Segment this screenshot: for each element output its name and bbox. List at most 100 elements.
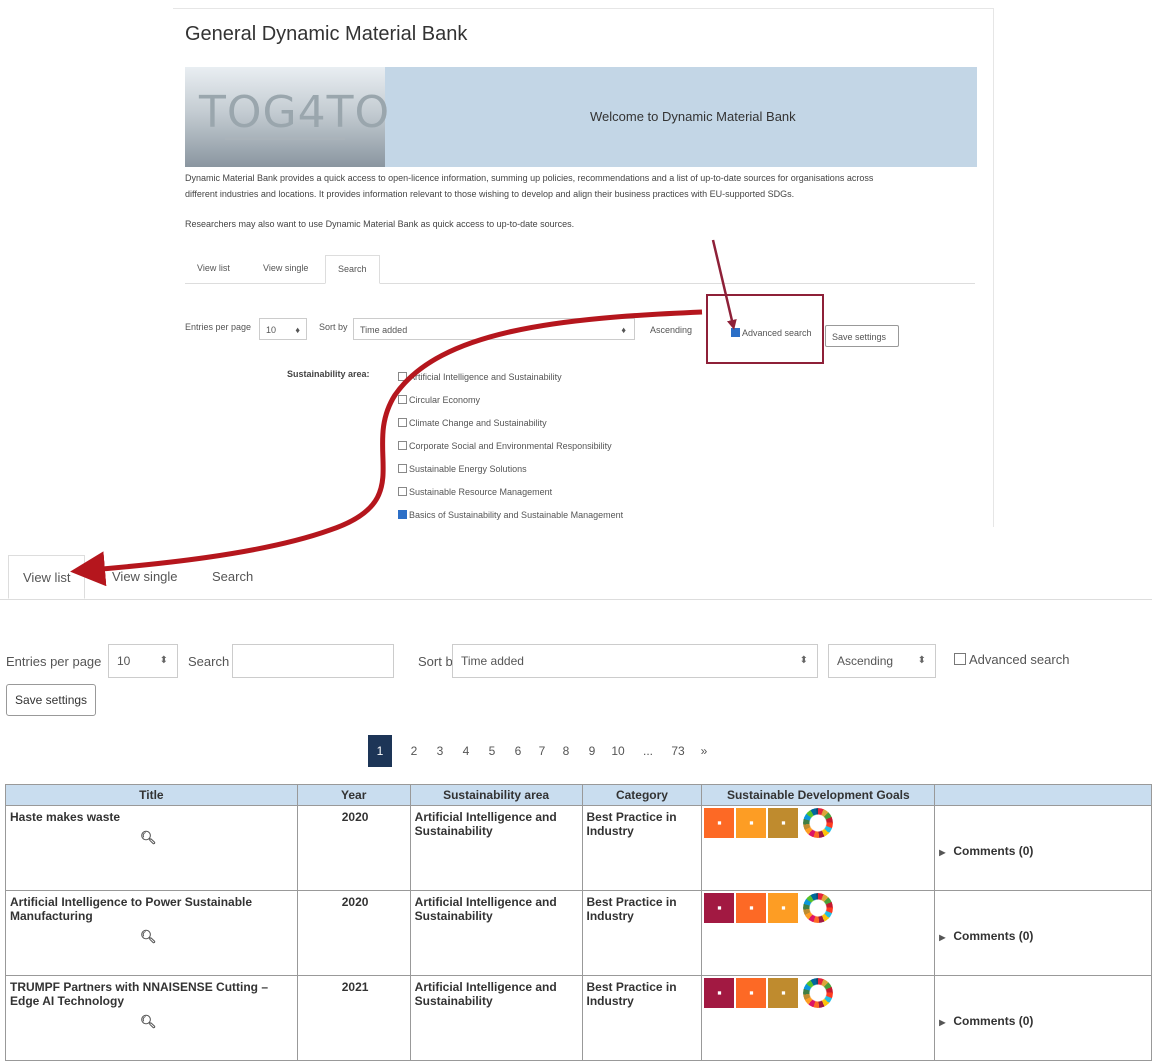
cell-category: Best Practice in Industry xyxy=(581,805,703,891)
search-input[interactable] xyxy=(232,644,394,678)
sustainability-area-option[interactable]: Sustainable Resource Management xyxy=(398,486,552,498)
page-link[interactable]: ... xyxy=(636,735,660,767)
comments-toggle[interactable]: ▶ Comments (0) xyxy=(939,1014,1147,1028)
checkbox-icon xyxy=(398,418,407,427)
panel-tab-search[interactable]: Search xyxy=(325,255,380,284)
panel-order-value: Ascending xyxy=(650,325,693,335)
item-title[interactable]: TRUMPF Partners with NNAISENSE Cutting –… xyxy=(10,980,268,1008)
save-settings-button[interactable]: Save settings xyxy=(6,684,97,716)
sdg-wheel-icon[interactable] xyxy=(803,978,834,1008)
page-link[interactable]: » xyxy=(692,735,716,767)
column-header-sdgs[interactable]: Sustainable Development Goals xyxy=(701,784,936,806)
column-header-category[interactable]: Category xyxy=(581,784,703,806)
panel-sort-label: Sort by xyxy=(319,322,348,332)
cell-title: Artificial Intelligence to Power Sustain… xyxy=(5,890,298,976)
cell-area: Artificial Intelligence and Sustainabili… xyxy=(409,805,583,891)
sdg-goal-icon[interactable]: ▪ xyxy=(768,808,799,838)
order-select[interactable]: Ascending ⬍ xyxy=(828,644,936,678)
item-title[interactable]: Artificial Intelligence to Power Sustain… xyxy=(10,895,252,923)
entries-per-page-value: 10 xyxy=(117,654,131,668)
panel-tab-view-list[interactable]: View list xyxy=(185,255,242,282)
panel-save-settings-button[interactable]: Save settings xyxy=(825,325,899,347)
search-icon[interactable]: 🔍︎ xyxy=(140,929,293,945)
sdg-wheel-icon[interactable] xyxy=(803,893,834,923)
sort-arrows-icon: ♦ xyxy=(621,325,626,335)
page-link[interactable]: 10 xyxy=(606,735,630,767)
page-link[interactable]: 8 xyxy=(554,735,578,767)
sustainability-area-option[interactable]: Corporate Social and Environmental Respo… xyxy=(398,440,612,452)
panel-tab-bar: View list View single Search xyxy=(185,255,975,284)
banner-image: TOG4TO xyxy=(185,67,389,167)
comments-toggle[interactable]: ▶ Comments (0) xyxy=(939,929,1147,943)
page-link[interactable]: 9 xyxy=(580,735,604,767)
column-header-area[interactable]: Sustainability area xyxy=(409,784,583,806)
cell-category: Best Practice in Industry xyxy=(581,890,703,976)
search-icon[interactable]: 🔍︎ xyxy=(140,830,293,846)
sustainability-area-option[interactable]: Basics of Sustainability and Sustainable… xyxy=(398,509,623,521)
column-header-year[interactable]: Year xyxy=(296,784,411,806)
description-line-1: Dynamic Material Bank provides a quick a… xyxy=(185,173,874,183)
search-label: Search xyxy=(188,654,230,669)
sustainability-area-option-label: Climate Change and Sustainability xyxy=(409,418,547,428)
sustainability-area-option[interactable]: Sustainable Energy Solutions xyxy=(398,463,527,475)
sdg-goal-icon[interactable]: ▪ xyxy=(736,893,767,923)
page-link[interactable]: 2 xyxy=(402,735,426,767)
table-row: Artificial Intelligence to Power Sustain… xyxy=(5,890,1152,976)
page-link[interactable]: 3 xyxy=(428,735,452,767)
panel-entries-select[interactable]: 10 ♦ xyxy=(259,318,307,340)
tab-view-single[interactable]: View single xyxy=(98,555,192,598)
page-link[interactable]: 5 xyxy=(480,735,504,767)
tab-search[interactable]: Search xyxy=(198,555,267,598)
tab-view-list[interactable]: View list xyxy=(8,555,86,599)
panel-sort-select[interactable]: Time added ♦ xyxy=(353,318,635,340)
sort-arrows-icon: ⬍ xyxy=(799,655,808,666)
sort-by-value: Time added xyxy=(461,654,524,668)
logo: TOG4TO xyxy=(199,87,391,138)
sort-arrows-icon: ♦ xyxy=(295,325,300,335)
sustainability-area-option[interactable]: Circular Economy xyxy=(398,394,480,406)
sdg-wheel-icon[interactable] xyxy=(803,808,834,838)
checkbox-icon xyxy=(398,441,407,450)
sustainability-area-option[interactable]: Artificial Intelligence and Sustainabili… xyxy=(398,371,562,383)
sustainability-area-option-label: Artificial Intelligence and Sustainabili… xyxy=(409,372,562,382)
checkbox-icon xyxy=(398,372,407,381)
panel-tab-view-single[interactable]: View single xyxy=(251,255,320,282)
settings-screenshot-panel: General Dynamic Material Bank TOG4TO Wel… xyxy=(173,8,994,527)
sdg-goal-icon[interactable]: ▪ xyxy=(768,893,799,923)
sdg-goal-icon[interactable]: ▪ xyxy=(736,808,767,838)
panel-entries-value: 10 xyxy=(266,325,277,335)
page-link[interactable]: 4 xyxy=(454,735,478,767)
cell-year: 2020 xyxy=(296,890,411,976)
sort-arrows-icon: ⬍ xyxy=(159,655,168,666)
cell-area: Artificial Intelligence and Sustainabili… xyxy=(409,890,583,976)
page-link[interactable]: 73 xyxy=(666,735,690,767)
page-link[interactable]: 6 xyxy=(506,735,530,767)
page-current[interactable]: 1 xyxy=(368,735,392,767)
sdg-goal-icon[interactable]: ▪ xyxy=(704,808,735,838)
sort-by-select[interactable]: Time added ⬍ xyxy=(452,644,818,678)
comments-label: Comments (0) xyxy=(953,844,1034,858)
cell-sdgs: ▪ ▪ ▪ xyxy=(701,890,936,976)
column-header-actions xyxy=(934,784,1152,806)
page-title: General Dynamic Material Bank xyxy=(185,23,468,45)
sdg-goal-icon[interactable]: ▪ xyxy=(736,978,767,1008)
sustainability-area-option-label: Corporate Social and Environmental Respo… xyxy=(409,441,612,451)
column-header-title[interactable]: Title xyxy=(5,784,298,806)
description-line-2: different industries and locations. It p… xyxy=(185,189,795,199)
comments-toggle[interactable]: ▶ Comments (0) xyxy=(939,844,1147,858)
sdg-goal-icon[interactable]: ▪ xyxy=(704,893,735,923)
item-title[interactable]: Haste makes waste xyxy=(10,810,120,824)
entries-per-page-select[interactable]: 10 ⬍ xyxy=(108,644,178,678)
search-icon[interactable]: 🔍︎ xyxy=(140,1014,293,1030)
sdg-goal-icon[interactable]: ▪ xyxy=(768,978,799,1008)
sdg-goal-icon[interactable]: ▪ xyxy=(704,978,735,1008)
advanced-search-checkbox[interactable]: Advanced search xyxy=(954,652,1069,667)
page-link[interactable]: 7 xyxy=(530,735,554,767)
sustainability-area-option[interactable]: Climate Change and Sustainability xyxy=(398,417,547,429)
cell-sdgs: ▪ ▪ ▪ xyxy=(701,805,936,891)
checkbox-icon xyxy=(398,464,407,473)
panel-order-select[interactable]: Ascending xyxy=(643,318,705,340)
sustainability-area-option-label: Sustainable Resource Management xyxy=(409,487,553,497)
sort-arrows-icon: ⬍ xyxy=(917,655,926,666)
cell-actions: ▶ Comments (0) xyxy=(934,890,1152,976)
